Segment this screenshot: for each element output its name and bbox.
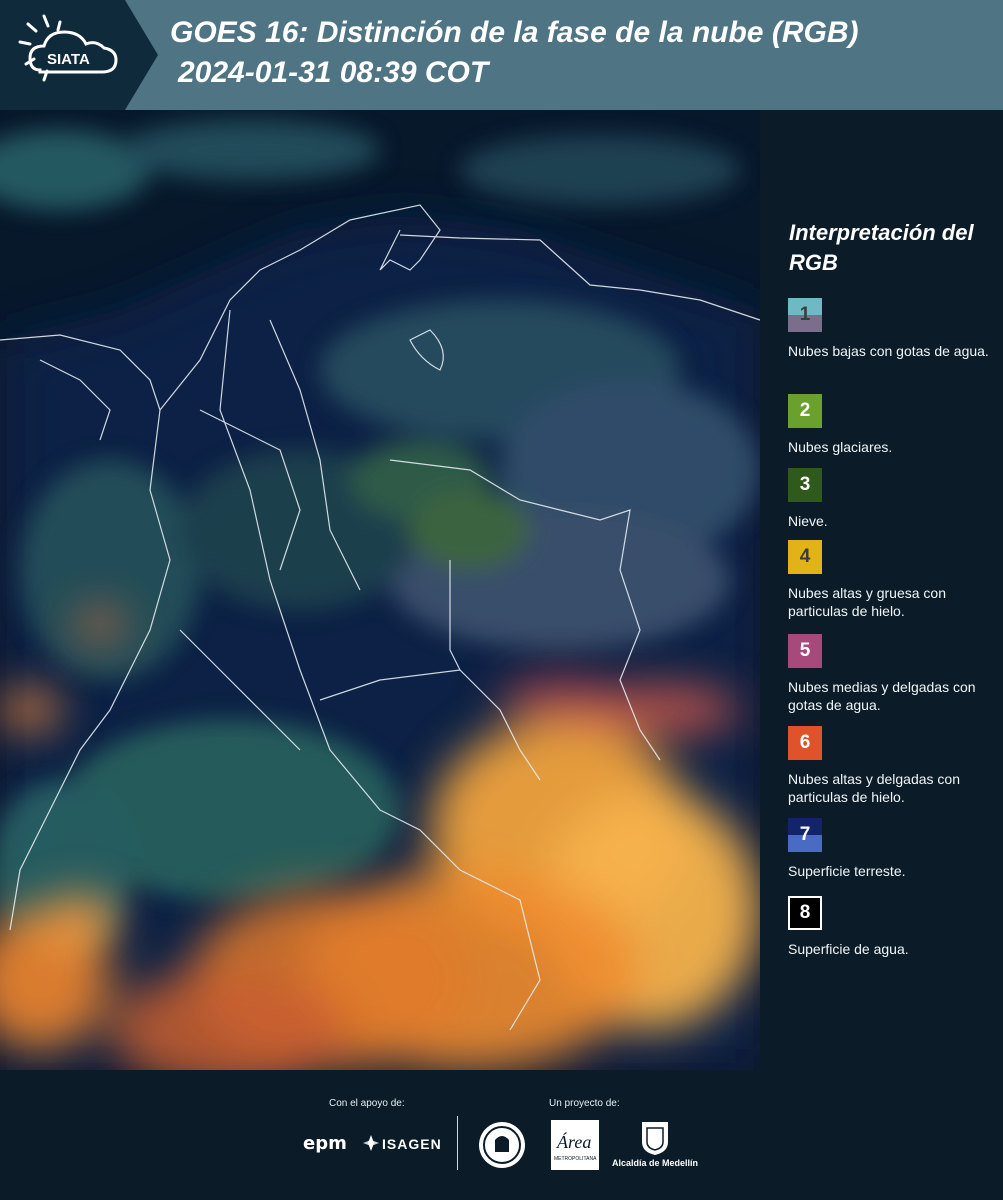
svg-text:SIATA: SIATA	[47, 51, 90, 68]
footer: Con el apoyo de: Un proyecto de: epm ISA…	[0, 1070, 1003, 1200]
footer-divider	[457, 1116, 458, 1170]
legend-item: 5 Nubes medias y delgadas con gotas de a…	[788, 634, 998, 714]
legend-swatch: 7	[788, 818, 822, 852]
legend-panel: Interpretación del RGB 1 Nubes bajas con…	[760, 110, 1003, 1070]
legend-item: 8 Superficie de agua.	[788, 896, 998, 958]
legend-title: Interpretación del RGB	[789, 220, 974, 275]
page-title: GOES 16: Distinción de la fase de la nub…	[170, 16, 859, 49]
legend-text: Superficie de agua.	[788, 941, 909, 957]
project-label: Un proyecto de:	[549, 1098, 620, 1109]
legend-swatch: 5	[788, 634, 822, 668]
satellite-map	[0, 110, 760, 1070]
legend-item: 1 Nubes bajas con gotas de agua.	[788, 298, 998, 360]
legend-number: 2	[799, 400, 811, 421]
legend-swatch: 3	[788, 468, 822, 502]
legend-item: 2 Nubes glaciares.	[788, 394, 998, 456]
legend-text: Nubes bajas con gotas de agua.	[788, 343, 989, 359]
timestamp: 2024-01-31 08:39 COT	[178, 56, 489, 89]
legend-text: Nubes altas y delgadas con particulas de…	[788, 771, 960, 805]
legend-number: 7	[799, 824, 811, 845]
legend-item: 7 Superficie terreste.	[788, 818, 998, 880]
legend-text: Nubes medias y delgadas con gotas de agu…	[788, 679, 976, 713]
legend-number: 1	[799, 304, 811, 325]
gobernacion-seal-icon	[479, 1122, 525, 1168]
support-label: Con el apoyo de:	[329, 1098, 405, 1109]
legend-number: 4	[799, 546, 811, 567]
epm-logo: epm	[303, 1133, 347, 1154]
legend-swatch: 1	[788, 298, 822, 332]
svg-text:Área: Área	[556, 1131, 591, 1152]
legend-text: Nubes altas y gruesa con particulas de h…	[788, 585, 946, 619]
legend-swatch: 8	[788, 896, 822, 930]
siata-logo: SIATA	[0, 0, 160, 110]
area-metropolitana-logo: Área METROPOLITANA	[551, 1120, 599, 1170]
legend-item: 4 Nubes altas y gruesa con particulas de…	[788, 540, 998, 620]
legend-item: 3 Nieve.	[788, 468, 998, 530]
legend-number: 6	[799, 732, 811, 753]
legend-swatch: 4	[788, 540, 822, 574]
alcaldia-label: Alcaldía de Medellín	[612, 1158, 699, 1168]
isagen-icon	[363, 1135, 379, 1151]
legend-text: Nieve.	[788, 513, 828, 529]
isagen-logo: ISAGEN	[382, 1136, 442, 1152]
legend-item: 6 Nubes altas y delgadas con particulas …	[788, 726, 998, 806]
legend-swatch: 2	[788, 394, 822, 428]
header-bar: SIATA GOES 16: Distinción de la fase de …	[0, 0, 1003, 110]
legend-text: Nubes glaciares.	[788, 439, 893, 455]
legend-number: 5	[799, 640, 811, 661]
svg-text:METROPOLITANA: METROPOLITANA	[554, 1156, 597, 1162]
legend-text: Superficie terreste.	[788, 863, 906, 879]
legend-number: 3	[799, 474, 811, 495]
alcaldia-shield-icon	[642, 1122, 668, 1155]
legend-swatch: 6	[788, 726, 822, 760]
legend-number: 8	[799, 902, 811, 923]
